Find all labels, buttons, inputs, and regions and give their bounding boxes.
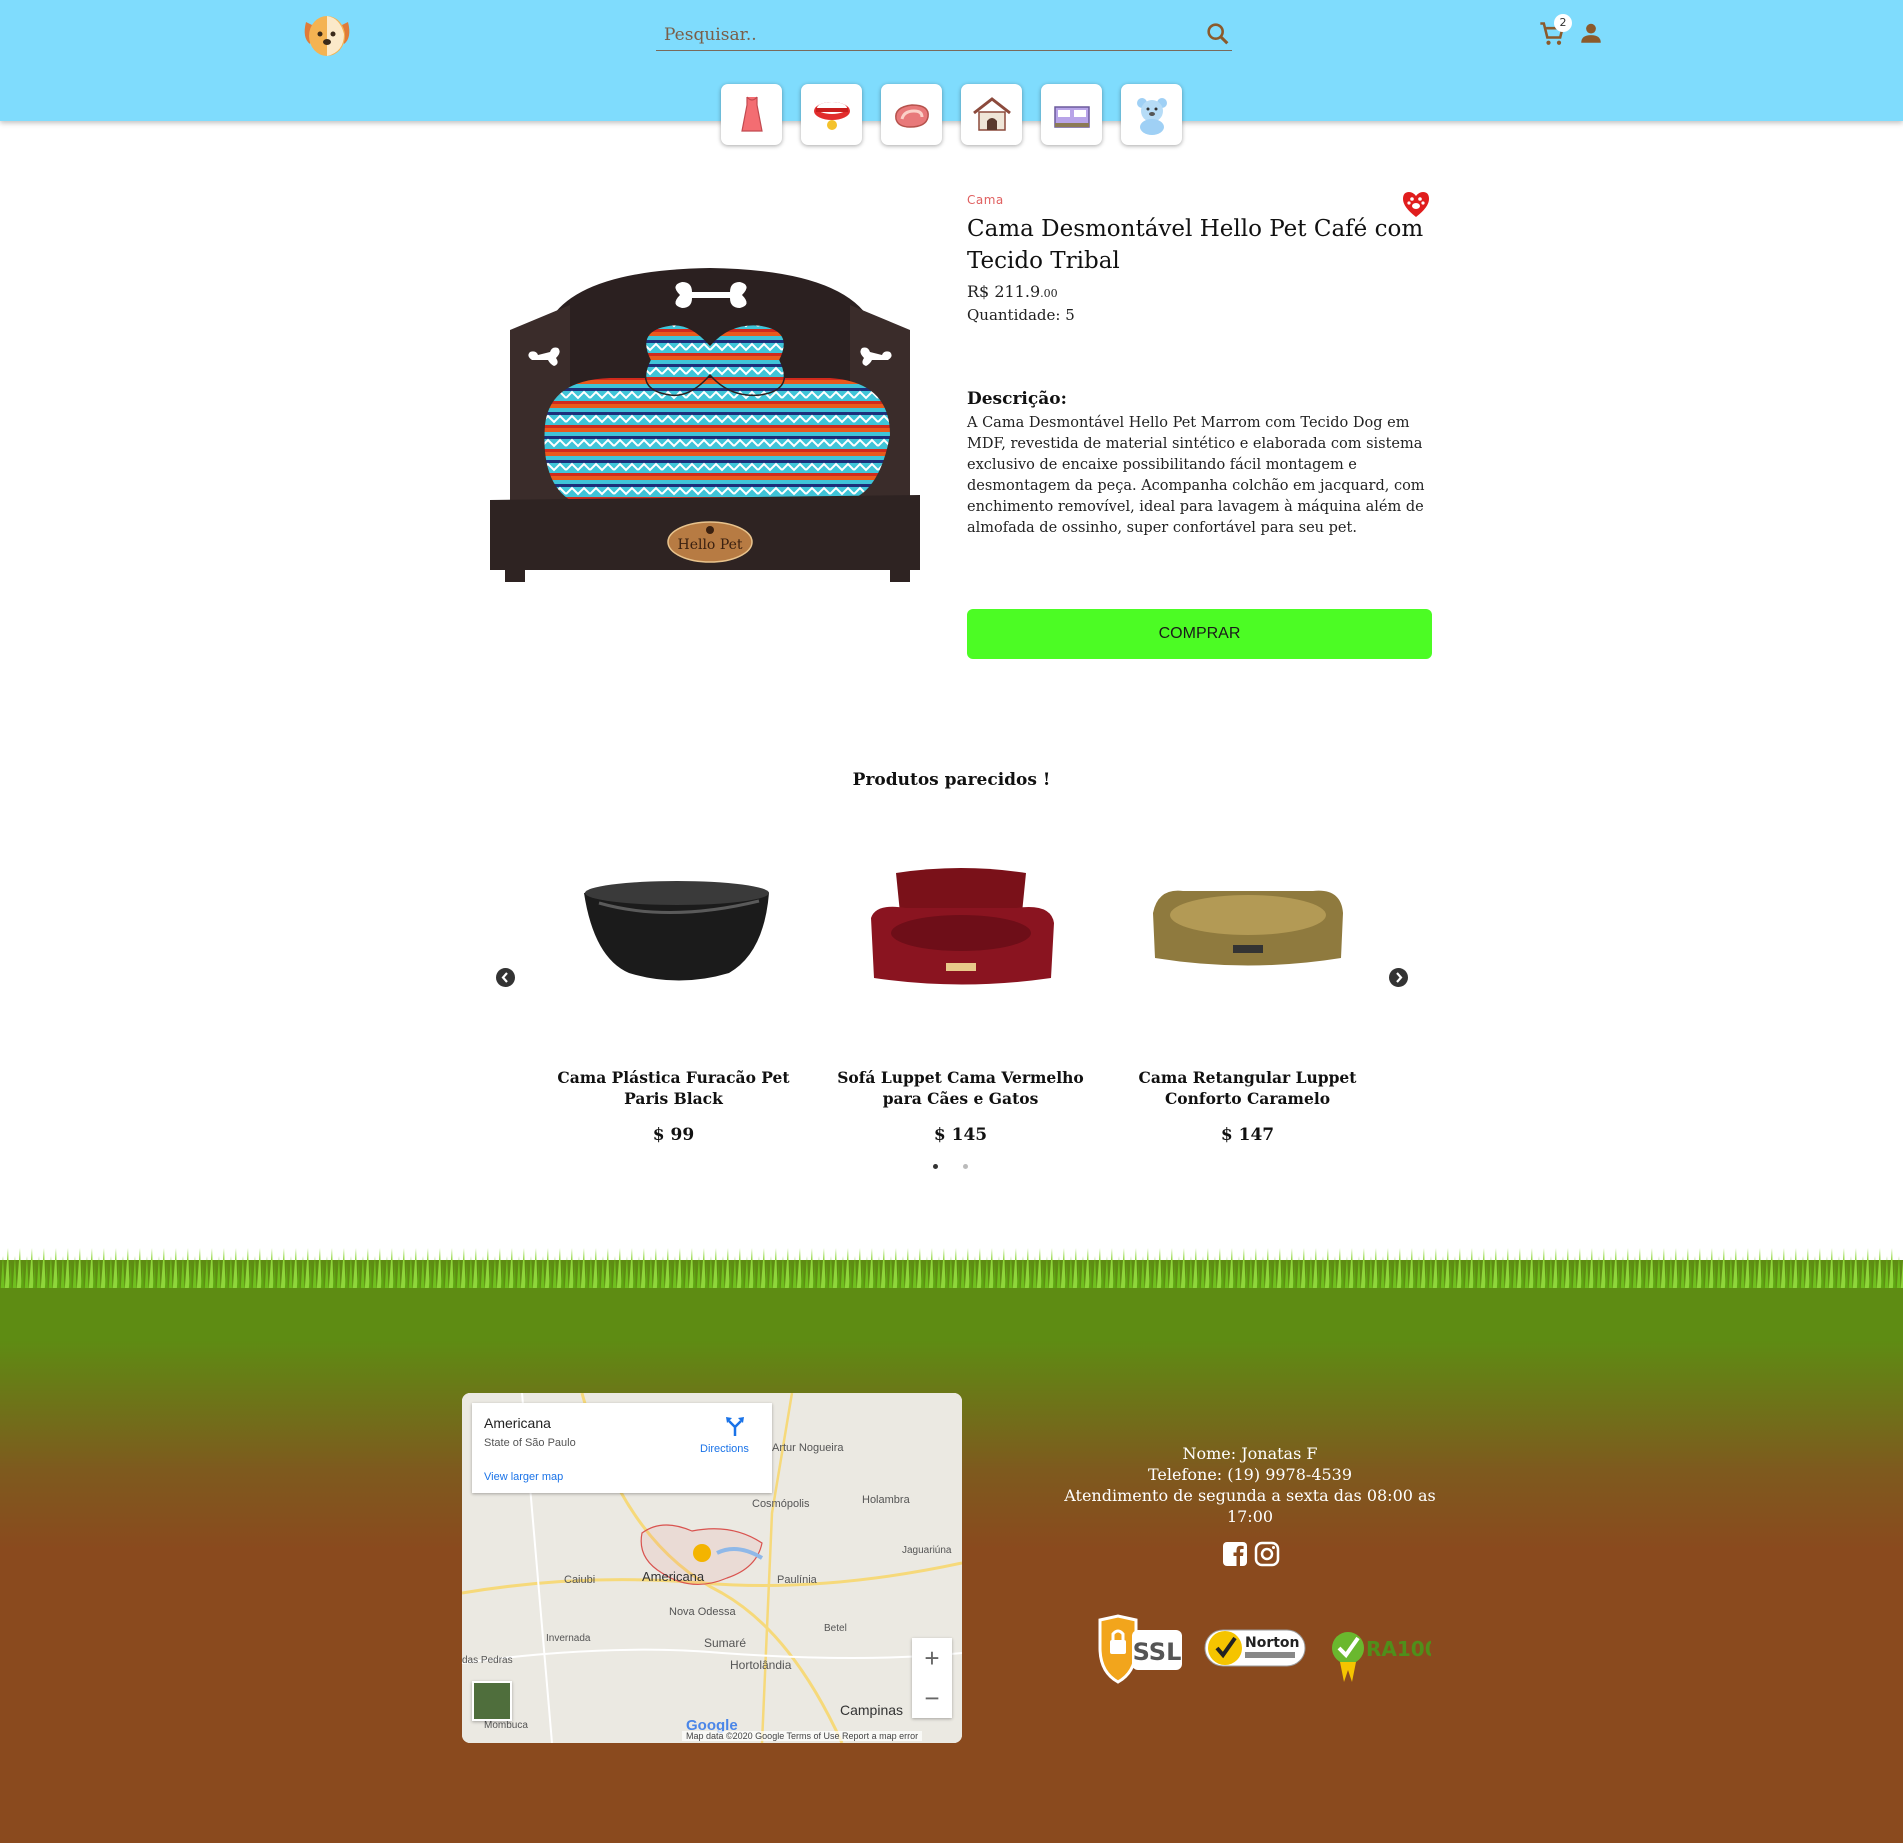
price-main: R$ 211.9 (967, 282, 1041, 301)
product-category[interactable]: Cama (967, 193, 1004, 207)
similar-product-price: $ 147 (1220, 1125, 1275, 1145)
instagram-icon[interactable] (1254, 1541, 1280, 1567)
similar-product-image[interactable] (817, 845, 1104, 1010)
svg-text:Americana: Americana (642, 1569, 705, 1584)
cart-count-badge: 2 (1554, 14, 1572, 32)
svg-text:Paulínia: Paulínia (777, 1574, 818, 1586)
similar-product-price: $ 99 (652, 1125, 695, 1145)
zoom-in-button[interactable]: + (912, 1638, 952, 1678)
svg-text:Cosmópolis: Cosmópolis (752, 1498, 810, 1510)
svg-text:Sumaré: Sumaré (704, 1636, 746, 1650)
svg-text:Artur Nogueira: Artur Nogueira (772, 1442, 844, 1454)
map-info-card: Americana State of São Paulo View larger… (472, 1403, 772, 1493)
collar-icon (813, 101, 850, 130)
similar-product-name[interactable]: Sofá Luppet Cama Vermelho para Cães e Ga… (817, 1067, 1104, 1109)
svg-text:Invernada: Invernada (546, 1633, 591, 1644)
similar-products-carousel: Cama Plástica Furacão Pet Paris Black $ … (530, 845, 1391, 1145)
svg-text:das Pedras: das Pedras (462, 1655, 513, 1666)
user-icon[interactable] (1578, 20, 1604, 46)
similar-products-heading: Produtos parecidos ! (852, 770, 1051, 790)
carousel-dot[interactable] (963, 1164, 968, 1169)
grass-decoration (0, 1248, 1903, 1298)
directions-link[interactable]: Directions (700, 1443, 749, 1455)
svg-text:Holambra: Holambra (862, 1494, 911, 1506)
similar-product-name[interactable]: Cama Plástica Furacão Pet Paris Black (530, 1067, 817, 1109)
dog-logo-icon[interactable] (300, 8, 354, 62)
buy-button[interactable]: COMPRAR (967, 609, 1432, 659)
similar-product-image[interactable] (530, 845, 817, 1010)
product-quantity: Quantidade: 5 (967, 306, 1075, 324)
dress-icon (740, 96, 763, 132)
carousel-dot-active[interactable] (933, 1164, 938, 1169)
similar-product-card[interactable]: Sofá Luppet Cama Vermelho para Cães e Ga… (817, 845, 1104, 1145)
carousel-pagination (933, 1164, 968, 1169)
map-place-name: Americana (484, 1415, 551, 1431)
dog-house-icon (972, 96, 1011, 131)
norton-seal-icon[interactable]: Norton (1203, 1612, 1308, 1686)
product-title: Cama Desmontável Hello Pet Café com Teci… (967, 216, 1424, 274)
directions-icon[interactable] (724, 1415, 746, 1437)
product-description: A Cama Desmontável Hello Pet Marrom com … (967, 415, 1425, 536)
svg-text:Jaguariúna: Jaguariúna (902, 1545, 952, 1556)
similar-product-price: $ 145 (933, 1125, 988, 1145)
category-food-button[interactable] (881, 84, 942, 145)
similar-product-image[interactable] (1104, 845, 1391, 1010)
carousel-next-button[interactable] (1389, 968, 1408, 987)
view-larger-map-link[interactable]: View larger map (484, 1471, 563, 1483)
svg-text:Hortolândia: Hortolândia (730, 1658, 792, 1672)
map-zoom-controls: + − (912, 1638, 952, 1718)
zoom-out-button[interactable]: − (912, 1678, 952, 1718)
category-nav (721, 84, 1182, 145)
similar-product-card[interactable]: Cama Retangular Luppet Conforto Caramelo… (1104, 845, 1391, 1145)
category-house-button[interactable] (961, 84, 1022, 145)
search-input[interactable] (664, 24, 1184, 46)
contact-hours: Atendimento de segunda a sexta das 08:00… (1064, 1486, 1436, 1526)
svg-text:Campinas: Campinas (840, 1702, 903, 1718)
chevron-right-icon (1396, 972, 1403, 983)
map-attribution[interactable]: Map data ©2020 Google Terms of Use Repor… (682, 1731, 923, 1741)
product-image: Hello Pet (470, 260, 940, 585)
search-icon[interactable] (1204, 20, 1232, 48)
category-toy-button[interactable] (1121, 84, 1182, 145)
teddy-bear-icon (1136, 97, 1167, 135)
category-bed-button[interactable] (1041, 84, 1102, 145)
carousel-prev-button[interactable] (496, 968, 515, 987)
svg-text:Mombuca: Mombuca (484, 1720, 528, 1731)
category-collar-button[interactable] (801, 84, 862, 145)
description-heading: Descrição: (967, 389, 1067, 409)
meat-icon (894, 103, 929, 128)
similar-product-name[interactable]: Cama Retangular Luppet Conforto Caramelo (1104, 1067, 1391, 1109)
ssl-seal-icon[interactable]: SSL (1080, 1612, 1185, 1686)
contact-info: Nome: Jonatas F Telefone: (19) 9978-4539… (1040, 1443, 1460, 1527)
svg-text:Betel: Betel (824, 1623, 847, 1634)
search-bar (656, 18, 1232, 51)
location-map[interactable]: Americana Cosmópolis Holambra Jaguariúna… (462, 1393, 962, 1743)
social-links (1222, 1541, 1280, 1567)
svg-text:SSL: SSL (1133, 1638, 1182, 1666)
similar-product-card[interactable]: Cama Plástica Furacão Pet Paris Black $ … (530, 845, 817, 1145)
chevron-left-icon (501, 972, 508, 983)
security-seals: SSL Norton RA1000 (1080, 1612, 1431, 1686)
bed-icon (1053, 105, 1090, 128)
satellite-toggle-button[interactable] (472, 1681, 512, 1721)
price-cents: .00 (1040, 287, 1058, 300)
facebook-icon[interactable] (1222, 1541, 1248, 1567)
contact-name: Nome: Jonatas F (1182, 1444, 1318, 1463)
svg-text:Caiubi: Caiubi (564, 1574, 595, 1586)
contact-phone: Telefone: (19) 9978-4539 (1147, 1465, 1353, 1484)
svg-text:Hello Pet: Hello Pet (677, 537, 742, 553)
svg-text:Nova Odessa: Nova Odessa (669, 1606, 737, 1618)
svg-text:Norton: Norton (1245, 1635, 1300, 1651)
map-place-state: State of São Paulo (484, 1437, 576, 1449)
svg-text:RA1000: RA1000 (1366, 1637, 1431, 1661)
product-price: R$ 211.9.00 (967, 282, 1058, 301)
ra1000-seal-icon[interactable]: RA1000 (1326, 1612, 1431, 1686)
category-clothing-button[interactable] (721, 84, 782, 145)
